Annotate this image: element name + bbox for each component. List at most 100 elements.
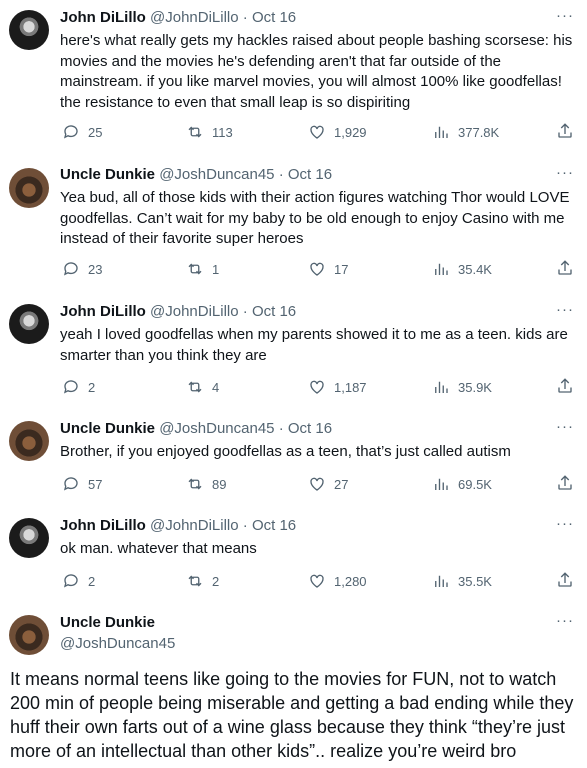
- views-icon: [435, 381, 448, 393]
- tweet-date[interactable]: Oct 16: [288, 420, 332, 437]
- tweet-text: ok man. whatever that means: [60, 540, 257, 557]
- views-button[interactable]: 35.5K: [432, 571, 492, 591]
- tweet-date[interactable]: Oct 16: [252, 303, 296, 320]
- retweet-count: 1: [212, 261, 220, 277]
- retweet-icon: [188, 575, 202, 587]
- separator-dot: ·: [278, 166, 284, 183]
- views-button[interactable]: 35.4K: [432, 259, 492, 279]
- focused-tweet-text: It means normal teens like going to the …: [10, 669, 574, 761]
- tweet-header: John DiLillo @JohnDiLillo · Oct 16: [60, 8, 575, 28]
- tweet-actions: 57 89 27 69.5K: [0, 474, 587, 494]
- retweet-button[interactable]: 1: [186, 259, 219, 279]
- reply-button[interactable]: 57: [62, 474, 102, 494]
- avatar[interactable]: [9, 518, 49, 558]
- share-button[interactable]: [556, 122, 574, 145]
- like-button[interactable]: 1,929: [308, 122, 367, 142]
- tweet-text: yeah I loved goodfellas when my parents …: [60, 326, 568, 364]
- views-icon: [435, 575, 448, 587]
- reply-count: 25: [88, 124, 103, 140]
- tweet-date[interactable]: Oct 16: [288, 166, 332, 183]
- avatar[interactable]: [9, 304, 49, 344]
- reply-count: 2: [88, 573, 96, 589]
- share-icon: [558, 572, 572, 587]
- avatar[interactable]: [9, 615, 49, 655]
- tweet-text: here's what really gets my hackles raise…: [60, 32, 573, 111]
- retweet-button[interactable]: 4: [186, 377, 219, 397]
- retweet-count: 4: [212, 379, 220, 395]
- like-button[interactable]: 1,280: [308, 571, 367, 591]
- user-handle[interactable]: @JoshDuncan45: [159, 420, 274, 437]
- reply-icon: [63, 477, 78, 491]
- reply-button[interactable]: 25: [62, 122, 102, 142]
- more-options-icon[interactable]: ···: [555, 300, 575, 320]
- reply-count: 57: [88, 476, 103, 492]
- tweet-actions: 25 113 1,929 377.8K: [0, 122, 587, 142]
- views-icon: [435, 263, 448, 275]
- retweet-icon: [188, 263, 202, 275]
- more-options-icon[interactable]: ···: [555, 6, 575, 26]
- share-icon: [558, 260, 572, 275]
- share-button[interactable]: [556, 377, 574, 400]
- like-count: 27: [334, 476, 349, 492]
- tweet-actions: 2 4 1,187 35.9K: [0, 377, 587, 397]
- reply-button[interactable]: 23: [62, 259, 102, 279]
- avatar[interactable]: [9, 168, 49, 208]
- tweet-text: Yea bud, all of those kids with their ac…: [60, 189, 570, 247]
- share-button[interactable]: [556, 259, 574, 282]
- like-icon: [310, 262, 324, 276]
- retweet-icon: [188, 478, 202, 490]
- more-options-icon[interactable]: ···: [555, 514, 575, 534]
- display-name-row: Uncle Dunkie: [60, 613, 575, 633]
- share-button[interactable]: [556, 571, 574, 594]
- user-handle[interactable]: @JoshDuncan45: [159, 166, 274, 183]
- user-handle[interactable]: @JohnDiLillo: [150, 303, 239, 320]
- like-icon: [310, 380, 324, 394]
- retweet-count: 2: [212, 573, 220, 589]
- tweet-header: John DiLillo @JohnDiLillo · Oct 16: [60, 302, 575, 322]
- share-icon: [558, 378, 572, 393]
- more-options-icon[interactable]: ···: [555, 417, 575, 437]
- tweet-header: Uncle Dunkie @JoshDuncan45 · Oct 16: [60, 419, 575, 439]
- like-icon: [310, 125, 324, 139]
- user-handle[interactable]: @JohnDiLillo: [150, 517, 239, 534]
- display-name[interactable]: John DiLillo: [60, 303, 146, 320]
- views-button[interactable]: 377.8K: [432, 122, 499, 142]
- more-options-icon[interactable]: ···: [555, 163, 575, 183]
- display-name[interactable]: John DiLillo: [60, 517, 146, 534]
- avatar[interactable]: [9, 421, 49, 461]
- retweet-count: 113: [212, 124, 233, 140]
- conversation-thread: John DiLillo @JohnDiLillo · Oct 16 ··· h…: [0, 0, 587, 768]
- views-button[interactable]: 35.9K: [432, 377, 492, 397]
- user-handle[interactable]: @JoshDuncan45: [60, 635, 175, 652]
- like-button[interactable]: 17: [308, 259, 348, 279]
- avatar[interactable]: [9, 10, 49, 50]
- separator-dot: ·: [242, 9, 248, 26]
- display-name[interactable]: Uncle Dunkie: [60, 420, 155, 437]
- like-icon: [310, 477, 324, 491]
- like-count: 17: [334, 261, 349, 277]
- like-button[interactable]: 27: [308, 474, 348, 494]
- like-count: 1,187: [334, 379, 367, 395]
- reply-button[interactable]: 2: [62, 377, 95, 397]
- reply-button[interactable]: 2: [62, 571, 95, 591]
- user-handle[interactable]: @JohnDiLillo: [150, 9, 239, 26]
- share-button[interactable]: [556, 474, 574, 497]
- more-options-icon[interactable]: ···: [555, 611, 575, 631]
- tweet-header: Uncle Dunkie @JoshDuncan45 · Oct 16: [60, 165, 575, 185]
- views-button[interactable]: 69.5K: [432, 474, 492, 494]
- view-count: 69.5K: [458, 476, 492, 492]
- retweet-button[interactable]: 113: [186, 122, 233, 142]
- display-name[interactable]: Uncle Dunkie: [60, 166, 155, 183]
- display-name[interactable]: John DiLillo: [60, 9, 146, 26]
- retweet-button[interactable]: 2: [186, 571, 219, 591]
- retweet-count: 89: [212, 476, 227, 492]
- views-icon: [435, 126, 448, 138]
- display-name[interactable]: Uncle Dunkie: [60, 614, 155, 631]
- tweet-date[interactable]: Oct 16: [252, 9, 296, 26]
- retweet-button[interactable]: 89: [186, 474, 226, 494]
- reply-icon: [63, 125, 78, 139]
- tweet-date[interactable]: Oct 16: [252, 517, 296, 534]
- view-count: 35.9K: [458, 379, 492, 395]
- separator-dot: ·: [278, 420, 284, 437]
- like-button[interactable]: 1,187: [308, 377, 367, 397]
